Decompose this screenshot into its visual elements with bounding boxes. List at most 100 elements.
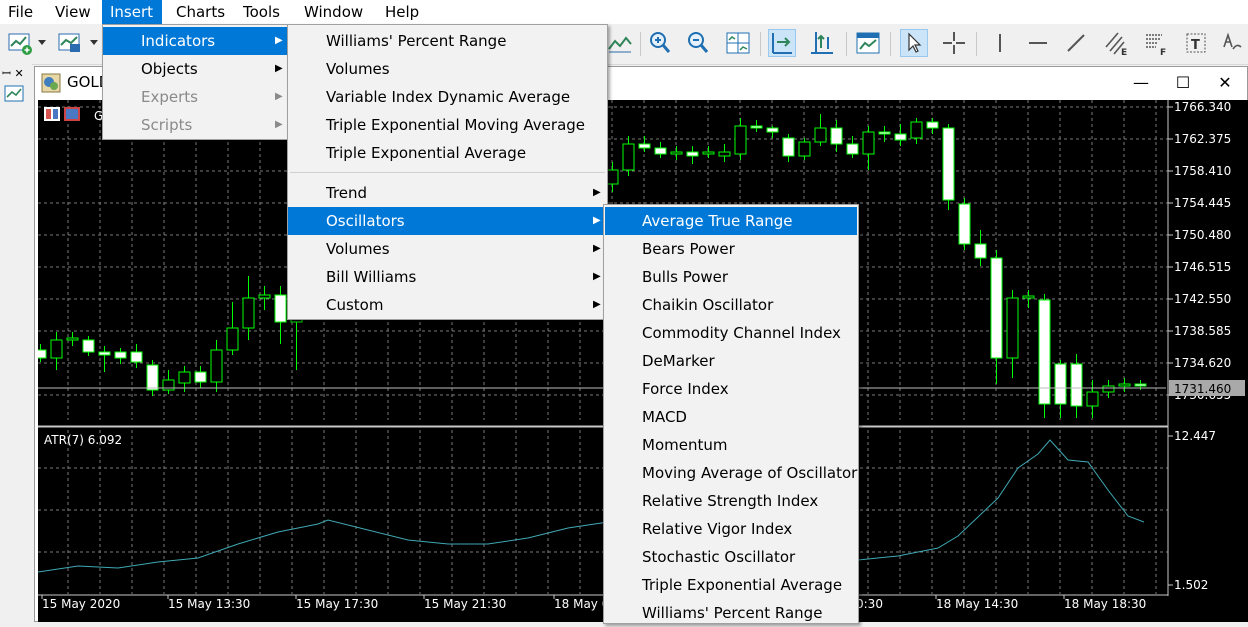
candle-body	[1134, 383, 1147, 387]
candle-body	[274, 294, 287, 323]
recent-triple-exponential-average[interactable]: Triple Exponential Average	[288, 139, 607, 167]
osc-moving-average-of-oscillator[interactable]: Moving Average of Oscillator	[604, 459, 858, 487]
price-tick-label: 1734.620	[1174, 356, 1231, 370]
menu-item-bill-williams[interactable]: Bill Williams ▶	[288, 263, 607, 291]
price-tick-label: 1746.515	[1174, 260, 1231, 274]
menu-item-objects[interactable]: Objects ▶	[103, 55, 287, 83]
candle-body	[766, 127, 779, 133]
line-chart-icon[interactable]	[606, 29, 634, 57]
cursor-icon[interactable]	[900, 29, 928, 57]
candle-body	[958, 203, 971, 245]
candle-body	[194, 371, 207, 383]
candle-body	[974, 243, 987, 259]
trendline-icon[interactable]	[1062, 29, 1090, 57]
osc-bears-power[interactable]: Bears Power	[604, 235, 858, 263]
svg-text:F: F	[1160, 48, 1166, 57]
close-button[interactable]: ✕	[1205, 67, 1245, 99]
menu-separator	[290, 172, 605, 173]
navigator-strip: ꟷ ✕	[0, 64, 32, 622]
equidistant-channel-icon[interactable]: E	[1102, 29, 1130, 58]
osc-demarker[interactable]: DeMarker	[604, 347, 858, 375]
insert-menu: Indicators ▶ Objects ▶ Experts ▶ Scripts ▶	[102, 24, 288, 140]
profiles-icon[interactable]	[56, 29, 84, 57]
candle-body	[1054, 363, 1067, 405]
auto-scroll-icon[interactable]	[768, 29, 796, 57]
horizontal-line-icon[interactable]	[1024, 29, 1052, 57]
candle-body	[942, 127, 955, 201]
osc-bulls-power[interactable]: Bulls Power	[604, 263, 858, 291]
time-tick-label: 18 May 14:30	[936, 597, 1018, 611]
candle-body	[926, 121, 939, 129]
time-tick-label: 15 May 2020	[42, 597, 120, 611]
vertical-line-icon[interactable]	[986, 29, 1014, 57]
candle-body	[1118, 383, 1131, 387]
candle-body	[98, 351, 111, 356]
profiles-dropdown-icon[interactable]	[90, 40, 98, 45]
osc-force-index[interactable]: Force Index	[604, 375, 858, 403]
osc-macd[interactable]: MACD	[604, 403, 858, 431]
osc-average-true-range[interactable]: Average True Range	[605, 207, 857, 235]
osc-williams-percent-range[interactable]: Williams' Percent Range	[604, 599, 858, 627]
menu-item-oscillators[interactable]: Oscillators ▶	[288, 207, 607, 235]
tile-windows-icon[interactable]	[724, 29, 752, 57]
market-watch-icon[interactable]	[4, 84, 24, 108]
price-tick-label: 1738.585	[1174, 324, 1231, 338]
crosshair-icon[interactable]	[940, 29, 968, 57]
osc-triple-exponential-average[interactable]: Triple Exponential Average	[604, 571, 858, 599]
candle-body	[830, 127, 843, 145]
osc-commodity-channel-index[interactable]: Commodity Channel Index	[604, 319, 858, 347]
candle-body	[702, 151, 715, 155]
templates-icon[interactable]	[854, 29, 882, 57]
menu-item-custom[interactable]: Custom ▶	[288, 291, 607, 319]
osc-chaikin-oscillator[interactable]: Chaikin Oscillator	[604, 291, 858, 319]
menu-charts[interactable]: Charts	[168, 0, 230, 24]
recent-triple-exponential-moving-average[interactable]: Triple Exponential Moving Average	[288, 111, 607, 139]
zoom-out-icon[interactable]	[684, 29, 712, 57]
new-chart-icon[interactable]	[6, 29, 34, 57]
osc-relative-strength-index[interactable]: Relative Strength Index	[604, 487, 858, 515]
arrows-icon[interactable]	[1218, 29, 1246, 57]
current-price-tag: 1731.460	[1169, 380, 1245, 396]
zoom-in-icon[interactable]	[646, 29, 674, 57]
candle-body	[210, 349, 223, 383]
menu-view[interactable]: View	[47, 0, 95, 24]
menu-item-experts[interactable]: Experts ▶	[103, 83, 287, 111]
indicators-menu: Williams' Percent Range Volumes Variable…	[287, 24, 608, 320]
menu-tools[interactable]: Tools	[235, 0, 287, 24]
osc-stochastic-oscillator[interactable]: Stochastic Oscillator	[604, 543, 858, 571]
recent-williams-percent-range[interactable]: Williams' Percent Range	[288, 27, 607, 55]
menu-window[interactable]: Window	[296, 0, 368, 24]
time-tick-label: 15 May 13:30	[168, 597, 250, 611]
chart-shift-icon[interactable]	[808, 29, 836, 57]
menu-item-scripts[interactable]: Scripts ▶	[103, 111, 287, 139]
candle-body	[718, 151, 731, 157]
fibonacci-icon[interactable]: F	[1142, 29, 1170, 58]
time-tick-label: 15 May 21:30	[424, 597, 506, 611]
candle-body	[82, 339, 95, 353]
panel-close-icon[interactable]: ꟷ ✕	[2, 66, 24, 81]
osc-momentum[interactable]: Momentum	[604, 431, 858, 459]
new-chart-dropdown-icon[interactable]	[38, 40, 46, 45]
maximize-button[interactable]: ☐	[1163, 67, 1203, 99]
candle-body	[1006, 297, 1019, 359]
recent-variable-index-dynamic-average[interactable]: Variable Index Dynamic Average	[288, 83, 607, 111]
candle-body	[622, 143, 635, 171]
osc-relative-vigor-index[interactable]: Relative Vigor Index	[604, 515, 858, 543]
minimize-button[interactable]: —	[1121, 67, 1161, 99]
candle-body	[734, 125, 747, 155]
price-tick-label: 1766.340	[1174, 100, 1231, 114]
menu-insert[interactable]: Insert	[102, 0, 162, 24]
recent-volumes[interactable]: Volumes	[288, 55, 607, 83]
menu-item-trend[interactable]: Trend ▶	[288, 179, 607, 207]
candle-body	[242, 297, 255, 329]
menu-item-indicators[interactable]: Indicators ▶	[103, 27, 287, 55]
candle-body	[814, 127, 827, 143]
text-tool-icon[interactable]: T	[1182, 29, 1210, 57]
menu-item-volumes[interactable]: Volumes ▶	[288, 235, 607, 263]
menu-file[interactable]: File	[0, 0, 40, 24]
candle-body	[750, 125, 763, 129]
candle-body	[638, 143, 651, 149]
atr-label: ATR(7) 6.092	[44, 433, 122, 447]
candle-body	[1070, 363, 1083, 407]
menu-help[interactable]: Help	[377, 0, 427, 24]
